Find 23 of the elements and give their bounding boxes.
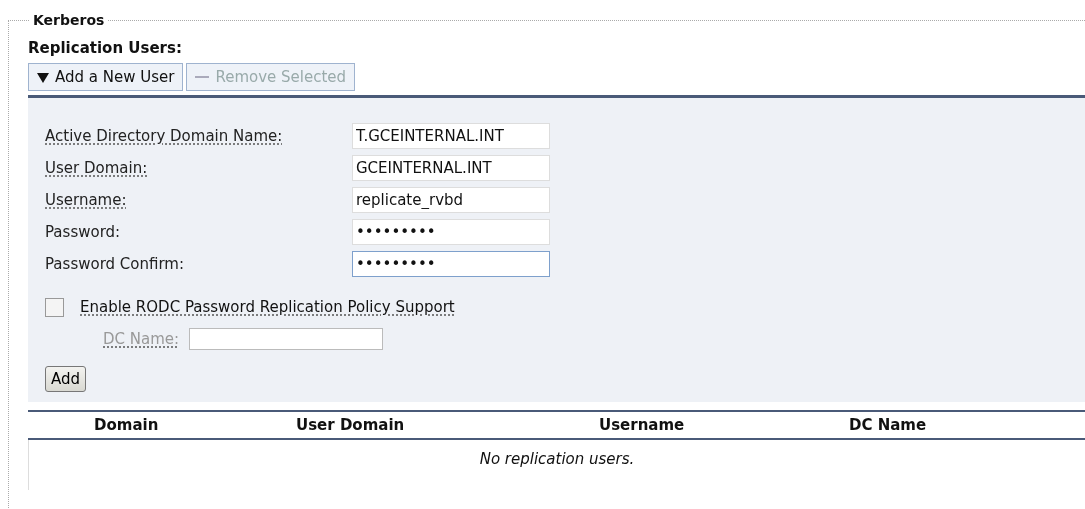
triangle-icon [37,71,49,83]
checkbox-label: Enable RODC Password Replication Policy Support [80,298,455,316]
input-field[interactable]: T.GCEINTERNAL.INT [352,123,550,149]
toolbar-button[interactable]: Add a New User [28,63,184,91]
checkbox[interactable] [45,297,64,317]
input-field[interactable]: GCEINTERNAL.INT [352,155,550,181]
field-label: DC Name: [103,330,180,348]
empty-message: No replication users. [479,450,635,468]
input-field[interactable]: ••••••••• [352,219,550,245]
column-header: DC Name [848,416,928,434]
input-field[interactable]: replicate_rvbd [352,187,550,213]
field-label: User Domain: [45,159,149,177]
field-label: Password Confirm: [45,255,185,273]
dash-icon [195,75,210,79]
column-header: Username [598,416,686,434]
column-header: Domain [93,416,160,434]
field-label: Password: [45,223,122,241]
add-button[interactable]: Add [45,366,87,392]
field-label: Username: [45,191,128,209]
field-label: Active Directory Domain Name: [45,127,284,145]
section-heading: Replication Users: [28,39,183,57]
input-field[interactable]: ••••••••• [352,251,550,277]
column-header: User Domain [295,416,406,434]
